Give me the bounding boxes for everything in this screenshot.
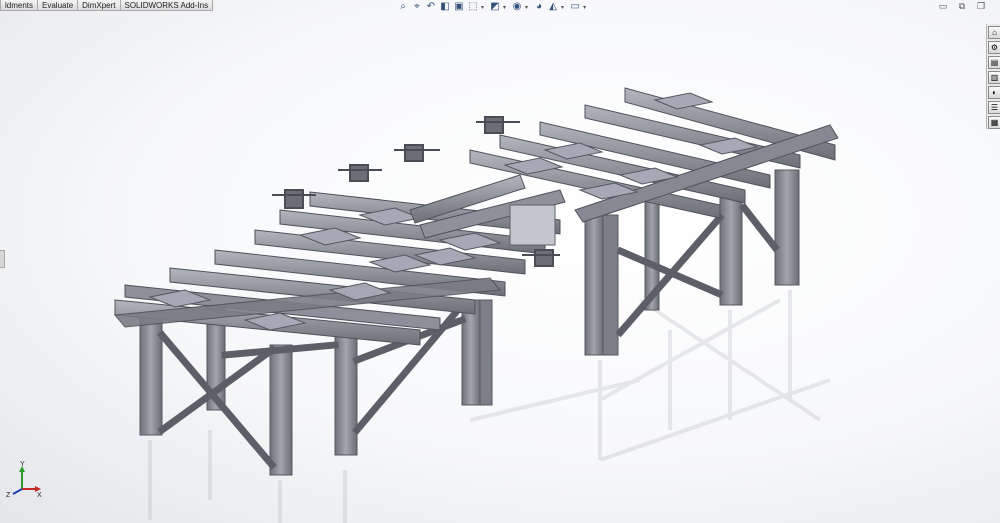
previous-view-icon[interactable]: ↶ bbox=[425, 1, 437, 13]
design-library-icon[interactable]: ▤ bbox=[988, 56, 1000, 69]
chevron-down-icon[interactable]: ▾ bbox=[525, 4, 528, 11]
solidworks-resources-icon[interactable]: ⚙ bbox=[988, 41, 1000, 54]
document-window-controls: ▭ ⧉ ❐ bbox=[938, 1, 986, 11]
triad-x-label: X bbox=[37, 492, 42, 499]
restore-icon[interactable]: ⧉ bbox=[957, 1, 967, 11]
edit-appearance-icon[interactable]: ◕ bbox=[533, 1, 545, 13]
feature-manager-collapse-handle[interactable] bbox=[0, 250, 5, 268]
graphics-area[interactable]: ldments Evaluate DimXpert SOLIDWORKS Add… bbox=[0, 0, 1000, 523]
command-manager-tabs: ldments Evaluate DimXpert SOLIDWORKS Add… bbox=[0, 0, 214, 11]
chevron-down-icon[interactable]: ▾ bbox=[503, 4, 506, 11]
tab-evaluate[interactable]: Evaluate bbox=[37, 0, 79, 11]
task-pane-tabs: ⌂ ⚙ ▤ ▥ ◐ ☰ ▦ bbox=[986, 24, 1000, 129]
hide-show-items-icon[interactable]: ◉ bbox=[511, 1, 523, 13]
home-icon[interactable]: ⌂ bbox=[988, 26, 1000, 39]
appearances-icon[interactable]: ◐ bbox=[988, 86, 1000, 99]
tab-solidworks-add-ins[interactable]: SOLIDWORKS Add-Ins bbox=[119, 0, 214, 11]
dynamic-annotation-icon[interactable]: ▣ bbox=[453, 1, 465, 13]
reference-triad[interactable]: Y X Z bbox=[4, 461, 44, 501]
apply-scene-icon[interactable]: ◭ bbox=[547, 1, 559, 13]
triad-z-label: Z bbox=[6, 492, 11, 499]
file-explorer-icon[interactable]: ▥ bbox=[988, 71, 1000, 84]
chevron-down-icon[interactable]: ▾ bbox=[561, 4, 564, 11]
custom-properties-icon[interactable]: ☰ bbox=[988, 101, 1000, 114]
triad-y-label: Y bbox=[20, 461, 25, 468]
zoom-to-fit-icon[interactable]: ⌕ bbox=[397, 1, 409, 13]
chevron-down-icon[interactable]: ▾ bbox=[481, 4, 484, 11]
minimize-icon[interactable]: ▭ bbox=[938, 1, 948, 11]
view-settings-icon[interactable]: ▭ bbox=[569, 1, 581, 13]
z-axis-arrow bbox=[12, 488, 23, 495]
tab-weldments[interactable]: ldments bbox=[0, 0, 39, 11]
view-orientation-icon[interactable]: ⬚ bbox=[467, 1, 479, 13]
maximize-icon[interactable]: ❐ bbox=[976, 1, 986, 11]
steel-structure-model[interactable] bbox=[0, 0, 1000, 523]
chevron-down-icon[interactable]: ▾ bbox=[583, 4, 586, 11]
display-style-icon[interactable]: ◩ bbox=[489, 1, 501, 13]
zoom-to-area-icon[interactable]: ⌖ bbox=[411, 1, 423, 13]
section-view-icon[interactable]: ◧ bbox=[439, 1, 451, 13]
tab-dimxpert[interactable]: DimXpert bbox=[77, 0, 121, 11]
heads-up-view-toolbar: ⌕ ⌖ ↶ ◧ ▣ ⬚ ▾ ◩ ▾ ◉ ▾ ◕ ◭ ▾ ▭ ▾ bbox=[397, 0, 589, 14]
view-palette-icon[interactable]: ▦ bbox=[988, 116, 1000, 129]
